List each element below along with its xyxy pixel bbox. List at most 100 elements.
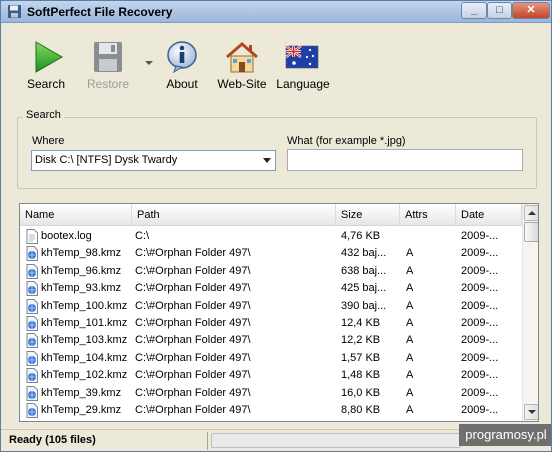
cell-size: 432 baj... [341, 247, 387, 260]
status-text: Ready (105 files) [9, 434, 96, 446]
about-button[interactable]: About [157, 31, 207, 93]
file-list[interactable]: Name Path Size Attrs Date bootex.log C:\ 4… [19, 203, 539, 422]
where-label: Where [32, 135, 65, 147]
australia-flag-icon [285, 45, 319, 69]
kmz-file-icon [26, 385, 38, 401]
maximize-button[interactable]: □ [487, 2, 512, 19]
cell-size: 638 baj... [341, 264, 387, 277]
about-label: About [166, 77, 198, 91]
cell-date: 2009-... [461, 369, 499, 382]
minimize-icon: _ [470, 4, 478, 16]
restore-button[interactable]: Restore [79, 31, 137, 93]
cell-size: 390 baj... [341, 299, 387, 312]
kmz-file-icon [26, 263, 38, 279]
scroll-up-button[interactable] [524, 205, 538, 221]
vertical-scrollbar[interactable] [522, 204, 538, 421]
toolbar: Search Restore About Web-Site Language [5, 31, 545, 95]
kmz-file-icon [26, 315, 38, 331]
cell-path: C:\#Orphan Folder 497\ [135, 386, 251, 399]
table-row[interactable]: khTemp_98.kmz C:\#Orphan Folder 497\ 432 b… [20, 245, 522, 262]
text-file-icon [26, 229, 38, 244]
where-select[interactable]: Disk C:\ [NTFS] Dysk Twardy [31, 150, 276, 171]
cell-path: C:\#Orphan Folder 497\ [135, 369, 251, 382]
kmz-file-icon [26, 350, 38, 366]
scroll-down-button[interactable] [524, 404, 538, 420]
chevron-up-icon [528, 211, 536, 215]
cell-attrs [406, 228, 446, 245]
column-header-date[interactable]: Date [456, 204, 522, 226]
cell-name: khTemp_98.kmz [41, 247, 122, 260]
cell-attrs: A [406, 369, 414, 382]
cell-date: 2009-... [461, 299, 499, 312]
kmz-file-icon [26, 246, 38, 262]
scroll-thumb[interactable] [524, 222, 538, 242]
cell-name: khTemp_96.kmz [41, 264, 122, 277]
cell-path: C:\ [135, 230, 150, 242]
table-row[interactable]: khTemp_101.kmz C:\#Orphan Folder 497\ 12,4… [20, 315, 522, 332]
cell-attrs: A [406, 264, 414, 277]
home-icon [226, 42, 258, 73]
cell-name: bootex.log [41, 230, 92, 242]
cell-path: C:\#Orphan Folder 497\ [135, 316, 251, 329]
column-header-path[interactable]: Path [132, 204, 336, 226]
kmz-file-icon [26, 298, 38, 314]
cell-size: 1,57 KB [341, 351, 381, 364]
maximize-icon: □ [496, 4, 503, 16]
table-row[interactable]: khTemp_104.kmz C:\#Orphan Folder 497\ 1,57… [20, 350, 522, 367]
minimize-button[interactable]: _ [461, 2, 487, 19]
cell-path: C:\#Orphan Folder 497\ [135, 334, 251, 347]
search-group-label: Search [23, 109, 64, 121]
cell-name: khTemp_29.kmz [41, 403, 122, 416]
language-button[interactable]: Language [275, 31, 331, 93]
kmz-file-icon [26, 368, 38, 384]
table-row[interactable]: khTemp_93.kmz C:\#Orphan Folder 497\ 425 b… [20, 280, 522, 297]
cell-name: khTemp_101.kmz [41, 316, 128, 329]
table-row[interactable]: khTemp_29.kmz C:\#Orphan Folder 497\ 8,80 … [20, 402, 522, 419]
cell-date: 2009-... [461, 403, 499, 416]
what-input[interactable] [287, 149, 523, 171]
table-row[interactable]: khTemp_103.kmz C:\#Orphan Folder 497\ 12,2… [20, 332, 522, 349]
cell-attrs: A [406, 299, 414, 312]
save-disk-icon [94, 42, 122, 72]
status-divider [207, 432, 208, 450]
table-row[interactable]: bootex.log C:\ 4,76 KB 2009-... [20, 228, 522, 245]
progress-bar [211, 433, 461, 448]
kmz-file-icon [26, 281, 38, 297]
search-button[interactable]: Search [17, 31, 75, 93]
list-header: Name Path Size Attrs Date [20, 204, 522, 226]
cell-attrs: A [406, 403, 414, 416]
website-button[interactable]: Web-Site [215, 31, 269, 93]
cell-date: 2009-... [461, 386, 499, 399]
restore-label: Restore [86, 77, 130, 91]
cell-date: 2009-... [461, 247, 499, 260]
website-label: Web-Site [217, 77, 267, 91]
play-arrow-icon [35, 41, 64, 73]
table-row[interactable]: khTemp_100.kmz C:\#Orphan Folder 497\ 390 … [20, 298, 522, 315]
cell-path: C:\#Orphan Folder 497\ [135, 403, 251, 416]
table-row[interactable]: khTemp_102.kmz C:\#Orphan Folder 497\ 1,48… [20, 367, 522, 384]
table-row[interactable]: khTemp_39.kmz C:\#Orphan Folder 497\ 16,0 … [20, 385, 522, 402]
title-bar[interactable]: SoftPerfect File Recovery _ □ ✕ [1, 1, 551, 23]
cell-date: 2009-... [461, 264, 499, 277]
table-row[interactable]: khTemp_96.kmz C:\#Orphan Folder 497\ 638 b… [20, 263, 522, 280]
cell-path: C:\#Orphan Folder 497\ [135, 299, 251, 312]
cell-attrs: A [406, 282, 414, 295]
list-rows: bootex.log C:\ 4,76 KB 2009-... khTemp_98.km… [20, 228, 522, 419]
info-icon [167, 41, 197, 73]
cell-size: 4,76 KB [341, 230, 381, 242]
column-header-name[interactable]: Name [20, 204, 132, 226]
cell-path: C:\#Orphan Folder 497\ [135, 264, 251, 277]
cell-size: 425 baj... [341, 282, 387, 295]
cell-attrs: A [406, 386, 414, 399]
column-header-attrs[interactable]: Attrs [400, 204, 456, 226]
close-button[interactable]: ✕ [512, 2, 550, 19]
watermark: programosy.pl [459, 424, 551, 446]
cell-size: 16,0 KB [341, 386, 381, 399]
restore-dropdown-arrow-icon[interactable] [145, 61, 153, 65]
what-label: What (for example *.jpg) [287, 135, 406, 147]
column-header-size[interactable]: Size [336, 204, 400, 226]
chevron-down-icon[interactable] [263, 158, 271, 163]
window-title: SoftPerfect File Recovery [27, 5, 173, 19]
search-label: Search [26, 77, 66, 91]
language-label: Language [276, 77, 330, 91]
